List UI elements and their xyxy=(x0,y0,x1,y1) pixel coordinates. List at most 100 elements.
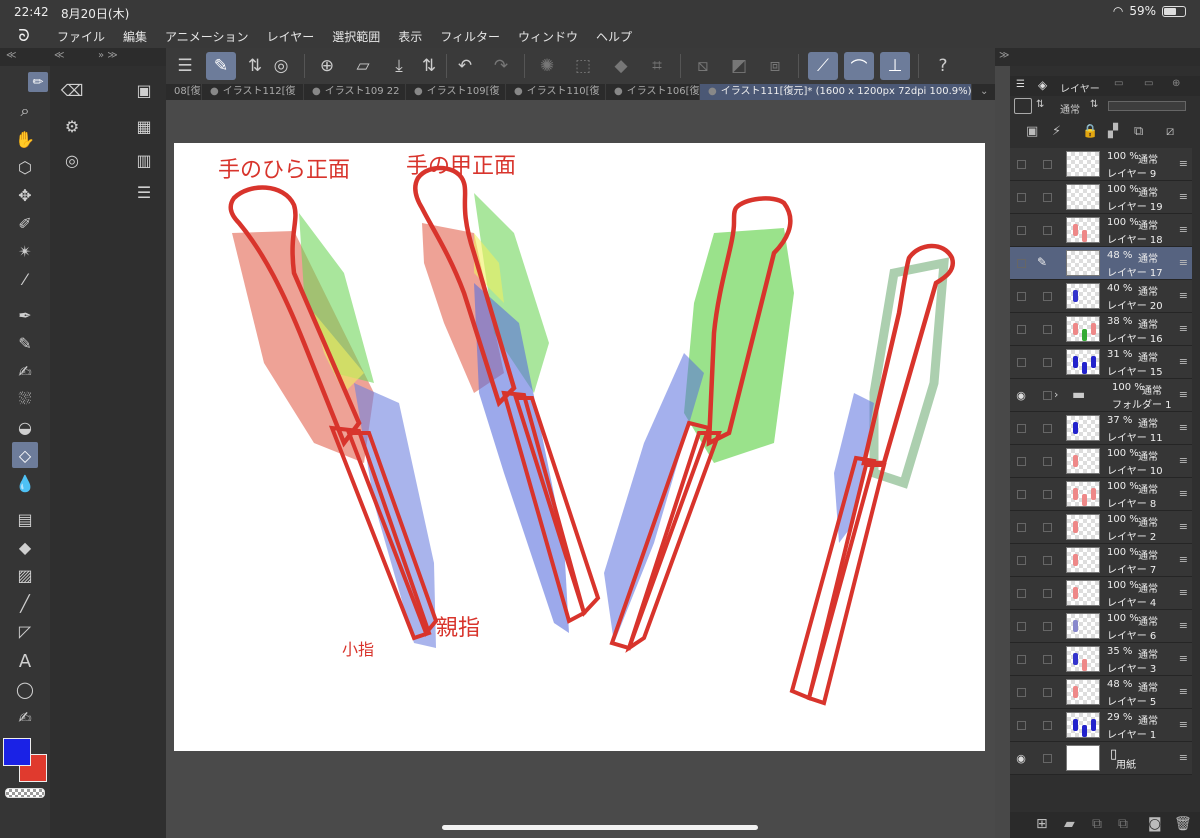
merge-icon[interactable]: ⧉ xyxy=(1118,816,1128,832)
lock-checkbox[interactable] xyxy=(1043,325,1052,334)
visibility-checkbox[interactable] xyxy=(1017,424,1026,433)
expand-icon[interactable]: » ≫ xyxy=(98,50,118,61)
layer-menu-icon[interactable]: ≡ xyxy=(1179,619,1188,632)
visibility-checkbox[interactable] xyxy=(1017,490,1026,499)
layer-row[interactable]: 31 % 通常 レイヤー 15 ≡ xyxy=(1010,346,1192,379)
layer-row[interactable]: 100 % 通常 レイヤー 4 ≡ xyxy=(1010,577,1192,610)
invert-selection-icon[interactable]: ◩ xyxy=(724,52,754,80)
lock-checkbox[interactable] xyxy=(1043,556,1052,565)
menu-window[interactable]: ウィンドウ xyxy=(509,28,587,45)
layer-row[interactable]: 100 % 通常 レイヤー 19 ≡ xyxy=(1010,181,1192,214)
tab-5[interactable]: ● イラスト106[復 xyxy=(606,84,700,100)
lock-checkbox[interactable] xyxy=(1043,589,1052,598)
new-layer-icon[interactable]: ⊞ xyxy=(1036,816,1048,832)
lock-checkbox[interactable] xyxy=(1043,424,1052,433)
pen-icon[interactable]: ✒ xyxy=(12,302,38,328)
chevron-right-icon[interactable]: › xyxy=(1054,388,1058,401)
pencil-icon[interactable]: ✎ xyxy=(12,330,38,356)
app-logo-icon[interactable]: ᘐ xyxy=(0,26,48,46)
eye-icon[interactable]: ◉ xyxy=(1014,389,1028,402)
balloon-icon[interactable]: ◯ xyxy=(12,676,38,702)
layer-row[interactable]: 100 % 通常 レイヤー 10 ≡ xyxy=(1010,445,1192,478)
layer-row[interactable]: ✎ 48 % 通常 レイヤー 17 ≡ xyxy=(1010,247,1192,280)
zoom-icon[interactable]: ⌕ xyxy=(12,98,38,124)
undo-icon[interactable]: ↶ xyxy=(450,52,480,80)
mask-add-icon[interactable]: ◙ xyxy=(1148,816,1162,832)
layer-row[interactable]: 38 % 通常 レイヤー 16 ≡ xyxy=(1010,313,1192,346)
tab-active[interactable]: ● イラスト111[復元]* (1600 x 1200px 72dpi 100.9… xyxy=(700,84,972,100)
lock-checkbox[interactable] xyxy=(1043,490,1052,499)
panel-menu-icon[interactable]: ☰ xyxy=(1016,79,1025,90)
collapse-icon[interactable]: ≪ xyxy=(6,50,16,61)
layer-menu-icon[interactable]: ≡ xyxy=(1179,421,1188,434)
layer-menu-icon[interactable]: ≡ xyxy=(1179,256,1188,269)
text-icon[interactable]: A xyxy=(12,648,38,674)
visibility-checkbox[interactable] xyxy=(1017,259,1026,268)
eraser-settings-icon[interactable]: ⚙ xyxy=(58,112,86,140)
menu-layer[interactable]: レイヤー xyxy=(258,28,324,45)
color-well[interactable] xyxy=(3,738,49,784)
visibility-checkbox[interactable] xyxy=(1017,226,1026,235)
clip-icon[interactable]: ▣ xyxy=(1026,124,1038,139)
menu-help[interactable]: ヘルプ xyxy=(587,28,641,45)
timeline-icon[interactable]: ▥ xyxy=(130,146,158,174)
trash-icon[interactable]: 🗑 xyxy=(1174,816,1192,832)
visibility-checkbox[interactable] xyxy=(1017,589,1026,598)
ruler-icon[interactable]: ⟋ xyxy=(808,52,838,80)
lock-checkbox[interactable] xyxy=(1043,754,1052,763)
visibility-checkbox[interactable] xyxy=(1017,721,1026,730)
tab-icon-4[interactable]: ⊕ xyxy=(1172,78,1180,89)
help-icon[interactable]: ? xyxy=(928,52,958,80)
lock-checkbox[interactable] xyxy=(1043,523,1052,532)
new-folder-icon[interactable]: ▰ xyxy=(1064,816,1075,832)
eraser-hard-icon[interactable]: ⌫ xyxy=(58,76,86,104)
spiral-icon[interactable]: ◎ xyxy=(266,52,296,80)
lock-checkbox[interactable] xyxy=(1043,721,1052,730)
eyedropper-icon[interactable]: ⁄ xyxy=(12,266,38,292)
eye-icon[interactable]: ◉ xyxy=(1014,752,1028,765)
ruler-tool-icon[interactable]: ◸ xyxy=(12,618,38,644)
main-color-swatch[interactable] xyxy=(3,738,31,766)
layer-menu-icon[interactable]: ≡ xyxy=(1179,652,1188,665)
layer-folder[interactable]: ◉ › ▬ 100 % 通常 フォルダー 1 ≡ xyxy=(1010,379,1192,412)
hand-icon[interactable]: ✋ xyxy=(12,126,38,152)
menu-icon[interactable]: ☰ xyxy=(170,52,200,80)
menu-file[interactable]: ファイル xyxy=(48,28,114,45)
layer-menu-icon[interactable]: ≡ xyxy=(1179,685,1188,698)
stepper-icon[interactable]: ⇅ xyxy=(414,52,444,80)
lock-checkbox[interactable] xyxy=(1043,358,1052,367)
lock-checkbox[interactable] xyxy=(1043,688,1052,697)
stepper-icon[interactable]: ⇅ xyxy=(1036,99,1044,110)
layer-menu-icon[interactable]: ≡ xyxy=(1179,190,1188,203)
layer-menu-icon[interactable]: ≡ xyxy=(1179,289,1188,302)
layer-menu-icon[interactable]: ≡ xyxy=(1179,751,1188,764)
operation-icon[interactable]: ⬡ xyxy=(12,154,38,180)
menu-animation[interactable]: アニメーション xyxy=(156,28,258,45)
mask-icon[interactable]: ⧉ xyxy=(1134,124,1143,139)
layer-row[interactable]: 100 % 通常 レイヤー 18 ≡ xyxy=(1010,214,1192,247)
line-icon[interactable]: ╱ xyxy=(12,590,38,616)
lock-icon[interactable]: 🔒 xyxy=(1082,124,1098,139)
visibility-checkbox[interactable] xyxy=(1017,193,1026,202)
layer-menu-icon[interactable]: ≡ xyxy=(1179,553,1188,566)
brush-icon[interactable]: ✍ xyxy=(12,358,38,384)
fill-bucket-icon[interactable]: ◆ xyxy=(12,534,38,560)
opacity-slider[interactable] xyxy=(1108,101,1186,111)
eraser-icon[interactable]: ◇ xyxy=(12,442,38,468)
menu-selection[interactable]: 選択範囲 xyxy=(323,28,389,45)
lock-checkbox[interactable] xyxy=(1043,457,1052,466)
gradient-icon[interactable]: ▨ xyxy=(12,562,38,588)
layer-row[interactable]: 37 % 通常 レイヤー 11 ≡ xyxy=(1010,412,1192,445)
lock-checkbox[interactable] xyxy=(1043,193,1052,202)
transparent-color-swatch[interactable] xyxy=(5,788,45,798)
brush-indicator-icon[interactable]: ✏ xyxy=(28,72,48,92)
layer-property-icon[interactable]: ▣ xyxy=(130,76,158,104)
menu-edit[interactable]: 編集 xyxy=(114,28,156,45)
layer-menu-icon[interactable]: ≡ xyxy=(1179,586,1188,599)
layer-row[interactable]: 100 % 通常 レイヤー 7 ≡ xyxy=(1010,544,1192,577)
tab-1[interactable]: ● イラスト112[復 xyxy=(202,84,304,100)
lock-checkbox[interactable] xyxy=(1043,655,1052,664)
lock-transparency-icon[interactable]: ▞ xyxy=(1108,124,1118,139)
perspective-ruler-icon[interactable]: ⊥ xyxy=(880,52,910,80)
tab-3[interactable]: ● イラスト109[復 xyxy=(406,84,506,100)
